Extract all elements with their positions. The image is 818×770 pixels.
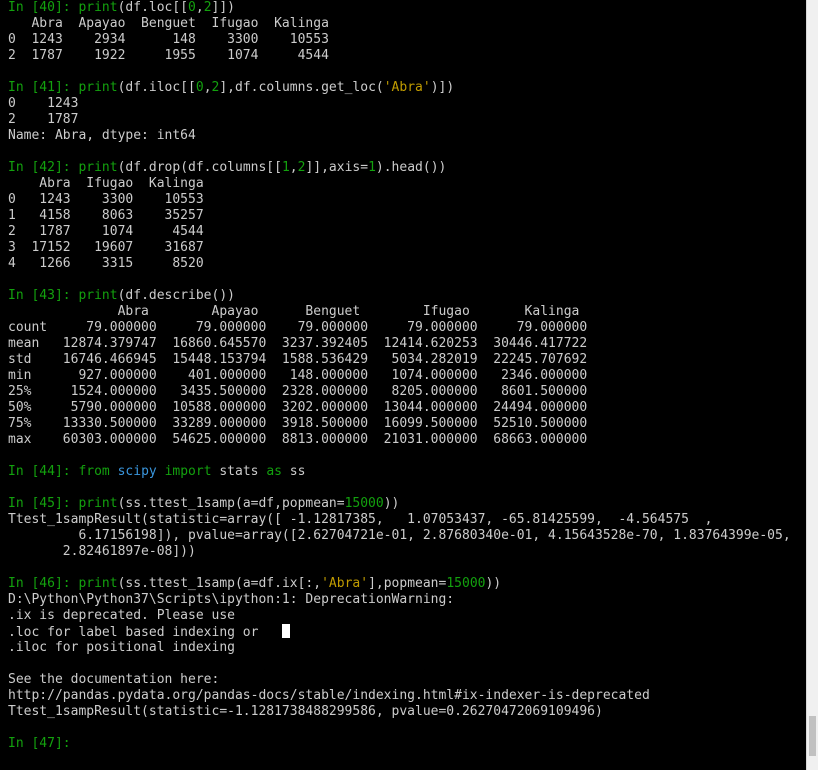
code-token: 'Abra' [383, 80, 431, 95]
output-line: http://pandas.pydata.org/pandas-docs/sta… [8, 688, 650, 703]
code-token: (ss.ttest_1samp(a=df,popmean= [117, 496, 345, 511]
output-line: max 60303.000000 54625.000000 8813.00000… [8, 432, 588, 447]
code-token: print [78, 288, 118, 303]
input-line[interactable]: In [46]: print(ss.ttest_1samp(a=df.ix[:,… [8, 576, 806, 592]
code-token: 0 [188, 0, 196, 15]
input-line[interactable]: In [47]: [8, 736, 806, 752]
input-line[interactable]: In [45]: print(ss.ttest_1samp(a=df,popme… [8, 496, 806, 512]
output-line: .iloc for positional indexing [8, 640, 235, 655]
output-line: 1 4158 8063 35257 [8, 208, 204, 223]
output-line: Abra Apayao Benguet Ifugao Kalinga [8, 304, 580, 319]
output-line: count 79.000000 79.000000 79.000000 79.0… [8, 320, 588, 335]
input-line[interactable]: In [42]: print(df.drop(df.columns[[1,2]]… [8, 160, 806, 176]
code-token: (df.loc[[ [117, 0, 189, 15]
code-token: )) [383, 496, 400, 511]
code-token: print [78, 496, 118, 511]
output-line: 3 17152 19607 31687 [8, 240, 204, 255]
output-line: mean 12874.379747 16860.645570 3237.3924… [8, 336, 588, 351]
output-line: D:\Python\Python37\Scripts\ipython:1: De… [8, 592, 455, 607]
code-token: ]],axis= [305, 160, 369, 175]
input-prompt: In [46]: [8, 576, 79, 591]
code-token: scipy [117, 464, 157, 479]
output-line: 50% 5790.000000 10588.000000 3202.000000… [8, 400, 588, 415]
input-prompt: In [41]: [8, 80, 79, 95]
code-token: as [266, 464, 282, 479]
code-token: )]) [430, 80, 455, 95]
code-token: print [78, 160, 118, 175]
output-line: 75% 13330.500000 33289.000000 3918.50000… [8, 416, 588, 431]
output-line: Abra Ifugao Kalinga [8, 176, 204, 191]
code-token: , [289, 160, 298, 175]
vertical-scrollbar[interactable] [806, 0, 818, 770]
input-prompt: In [42]: [8, 160, 79, 175]
code-token: (ss.ttest_1samp(a=df.ix[:, [117, 576, 322, 591]
code-token: import [164, 464, 212, 479]
output-line: 2.82461897e-08])) [8, 544, 196, 559]
code-token: stats [211, 464, 267, 479]
output-line: 25% 1524.000000 3435.500000 2328.000000 … [8, 384, 588, 399]
code-token: print [78, 80, 118, 95]
input-prompt: In [43]: [8, 288, 79, 303]
code-token: 15000 [446, 576, 486, 591]
code-token: (df.iloc[[ [117, 80, 196, 95]
output-line: 0 1243 2934 148 3300 10553 [8, 32, 329, 47]
code-token: ss [281, 464, 306, 479]
code-token: ],popmean= [368, 576, 447, 591]
input-line[interactable]: In [41]: print(df.iloc[[0,2],df.columns.… [8, 80, 806, 96]
code-token: , [195, 0, 204, 15]
input-prompt: In [40]: [8, 0, 79, 15]
input-prompt: In [47]: [8, 736, 79, 751]
input-line[interactable]: In [40]: print(df.loc[[0,2]]) [8, 0, 806, 16]
scrollbar-thumb[interactable] [809, 716, 816, 756]
code-token: 15000 [344, 496, 384, 511]
code-token: 2 [203, 0, 212, 15]
output-line: 0 1243 3300 10553 [8, 192, 204, 207]
output-line: See the documentation here: [8, 672, 220, 687]
output-line: 2 1787 [8, 112, 79, 127]
code-token: , [203, 80, 212, 95]
text-cursor [281, 624, 290, 638]
code-token: 0 [195, 80, 204, 95]
code-token: ).head()) [375, 160, 447, 175]
output-line: 4 1266 3315 8520 [8, 256, 204, 271]
output-line: Ttest_1sampResult(statistic=array([ -1.1… [8, 512, 713, 527]
output-line: min 927.000000 401.000000 148.000000 107… [8, 368, 588, 383]
code-token: (df.describe()) [117, 288, 235, 303]
terminal-console[interactable]: In [40]: print(df.loc[[0,2]]) Abra Apaya… [0, 0, 806, 770]
code-token: 1 [281, 160, 290, 175]
output-line: .ix is deprecated. Please use [8, 608, 235, 623]
input-line[interactable]: In [43]: print(df.describe()) [8, 288, 806, 304]
code-token: )) [485, 576, 502, 591]
code-token: (df.drop(df.columns[[ [117, 160, 282, 175]
code-token: 'Abra' [321, 576, 369, 591]
output-line: std 16746.466945 15448.153794 1588.53642… [8, 352, 588, 367]
output-line: .loc for label based indexing or [8, 624, 806, 640]
input-line[interactable]: In [44]: from scipy import stats as ss [8, 464, 806, 480]
code-token: ]]) [211, 0, 236, 15]
output-line: Name: Abra, dtype: int64 [8, 128, 196, 143]
input-prompt: In [45]: [8, 496, 79, 511]
code-token: print [78, 0, 118, 15]
output-line: Abra Apayao Benguet Ifugao Kalinga [8, 16, 329, 31]
output-line: 2 1787 1922 1955 1074 4544 [8, 48, 329, 63]
output-line: 0 1243 [8, 96, 79, 111]
output-line: 6.17156198]), pvalue=array([2.62704721e-… [8, 528, 791, 543]
code-token: 1 [368, 160, 376, 175]
output-line: 2 1787 1074 4544 [8, 224, 204, 239]
code-token: ],df.columns.get_loc( [219, 80, 384, 95]
output-line: Ttest_1sampResult(statistic=-1.128173848… [8, 704, 603, 719]
code-token: from [78, 464, 110, 479]
code-token: print [78, 576, 118, 591]
input-prompt: In [44]: [8, 464, 79, 479]
